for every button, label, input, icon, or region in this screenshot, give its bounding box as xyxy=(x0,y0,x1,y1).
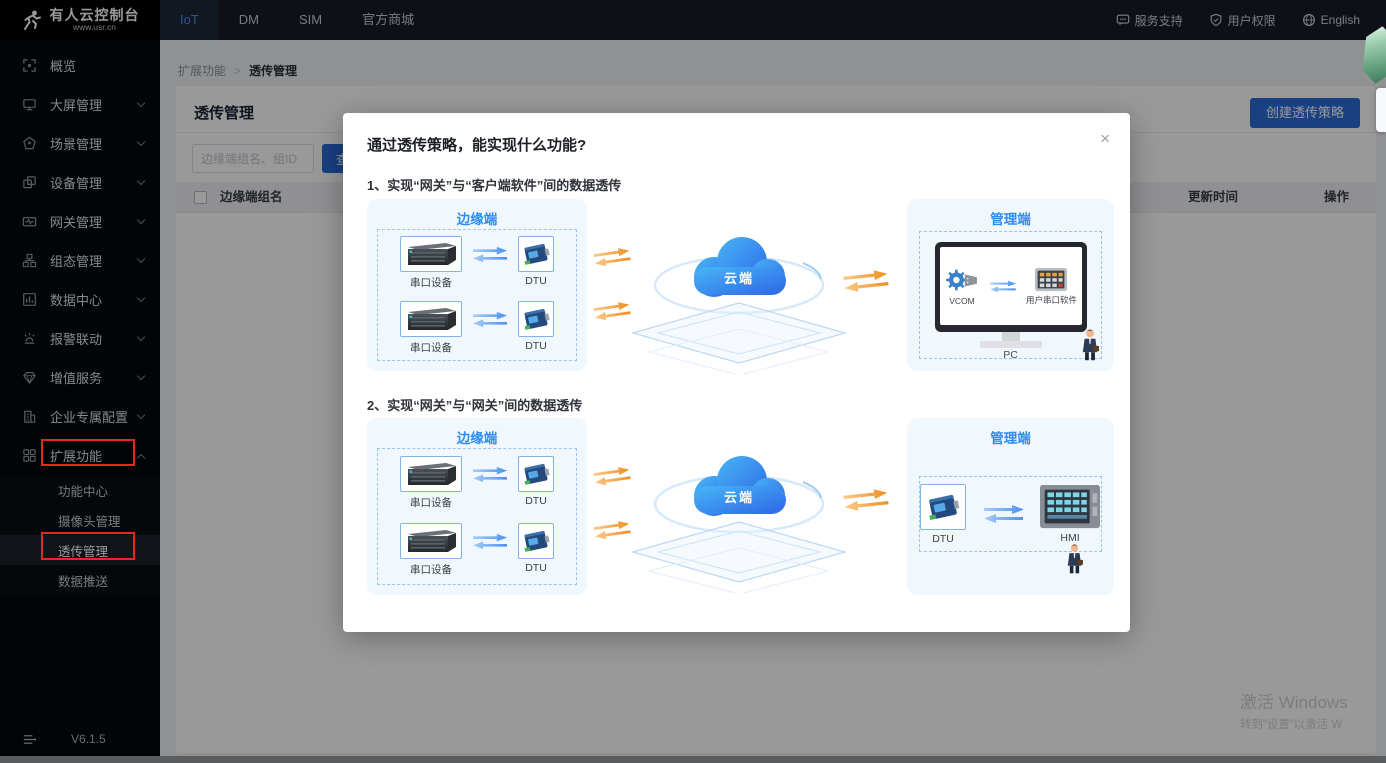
cloud-scene: 云端 xyxy=(589,199,907,375)
serial-device-image xyxy=(400,456,462,492)
edge-panel: 边缘端 串口设备 DTU 串口设备 DTU xyxy=(367,199,587,371)
device-pair: 串口设备 DTU xyxy=(400,301,554,355)
device-label: DTU xyxy=(525,340,547,352)
close-icon[interactable]: × xyxy=(1100,129,1110,149)
manage-panel: 管理端 VCOM 用户串口软件 xyxy=(907,199,1114,371)
serial-device-image xyxy=(400,301,462,337)
bidirectional-arrow-icon xyxy=(471,466,509,483)
bidirectional-arrow-icon xyxy=(471,246,509,263)
cloud-label: 云端 xyxy=(699,487,779,506)
businessman-figure xyxy=(1081,328,1099,362)
section-1-heading: 1、实现“网关”与“客户端软件”间的数据透传 xyxy=(367,175,621,194)
bidirectional-arrow-icon xyxy=(982,504,1023,524)
cloud-label: 云端 xyxy=(699,268,779,287)
annotation-box-extend xyxy=(41,439,135,466)
vcom-icon xyxy=(944,266,980,294)
device-label: DTU xyxy=(525,495,547,507)
dtu-image xyxy=(518,523,554,559)
dtu-image xyxy=(518,301,554,337)
manage-panel-title: 管理端 xyxy=(907,208,1114,228)
pc-label: PC xyxy=(935,349,1087,361)
device-label: DTU xyxy=(525,562,547,574)
device-pair: 串口设备 DTU xyxy=(400,236,554,290)
diagram-gateway-to-gateway: 边缘端 串口设备 DTU 串口设备 DTU 云端 管理端 xyxy=(367,418,1114,600)
serial-software-icon xyxy=(1034,267,1068,292)
bidirectional-arrow-icon xyxy=(989,280,1017,293)
dtu-image xyxy=(518,456,554,492)
edge-panel-title: 边缘端 xyxy=(367,427,587,447)
cloud-scene: 云端 xyxy=(589,418,907,600)
device-label: DTU xyxy=(525,275,547,287)
bidirectional-arrow-icon xyxy=(471,533,509,550)
edge-panel-title: 边缘端 xyxy=(367,208,587,228)
edge-panel: 边缘端 串口设备 DTU 串口设备 DTU xyxy=(367,418,587,595)
device-label: 串口设备 xyxy=(410,275,452,290)
section-2-heading: 2、实现“网关”与“网关”间的数据透传 xyxy=(367,395,582,414)
manage-panel: 管理端 DTU HMI xyxy=(907,418,1114,595)
bidirectional-arrow-icon xyxy=(471,311,509,328)
serial-software-label: 用户串口软件 xyxy=(1026,294,1077,306)
device-pair: 串口设备 DTU xyxy=(400,523,554,577)
serial-device-image xyxy=(400,236,462,272)
vcom-label: VCOM xyxy=(949,296,975,306)
device-label: DTU xyxy=(932,533,954,545)
device-label: 串口设备 xyxy=(410,495,452,510)
businessman-figure xyxy=(1066,543,1083,575)
dtu-image xyxy=(518,236,554,272)
annotation-box-passthrough xyxy=(41,532,135,560)
passthrough-info-dialog: 通过透传策略，能实现什么功能? × 1、实现“网关”与“客户端软件”间的数据透传… xyxy=(343,113,1130,632)
help-tab[interactable] xyxy=(1376,88,1386,132)
dialog-title: 通过透传策略，能实现什么功能? xyxy=(367,134,586,155)
diagram-gateway-to-client: 边缘端 串口设备 DTU 串口设备 DTU 云端 管理端 xyxy=(367,199,1114,375)
device-label: 串口设备 xyxy=(410,562,452,577)
device-pair: 串口设备 DTU xyxy=(400,456,554,510)
pc-monitor-image: VCOM 用户串口软件 PC xyxy=(935,242,1087,361)
hmi-image xyxy=(1039,484,1101,529)
device-label: 串口设备 xyxy=(410,340,452,355)
serial-device-image xyxy=(400,523,462,559)
manage-panel-title: 管理端 xyxy=(907,427,1114,447)
dtu-image xyxy=(920,484,966,530)
